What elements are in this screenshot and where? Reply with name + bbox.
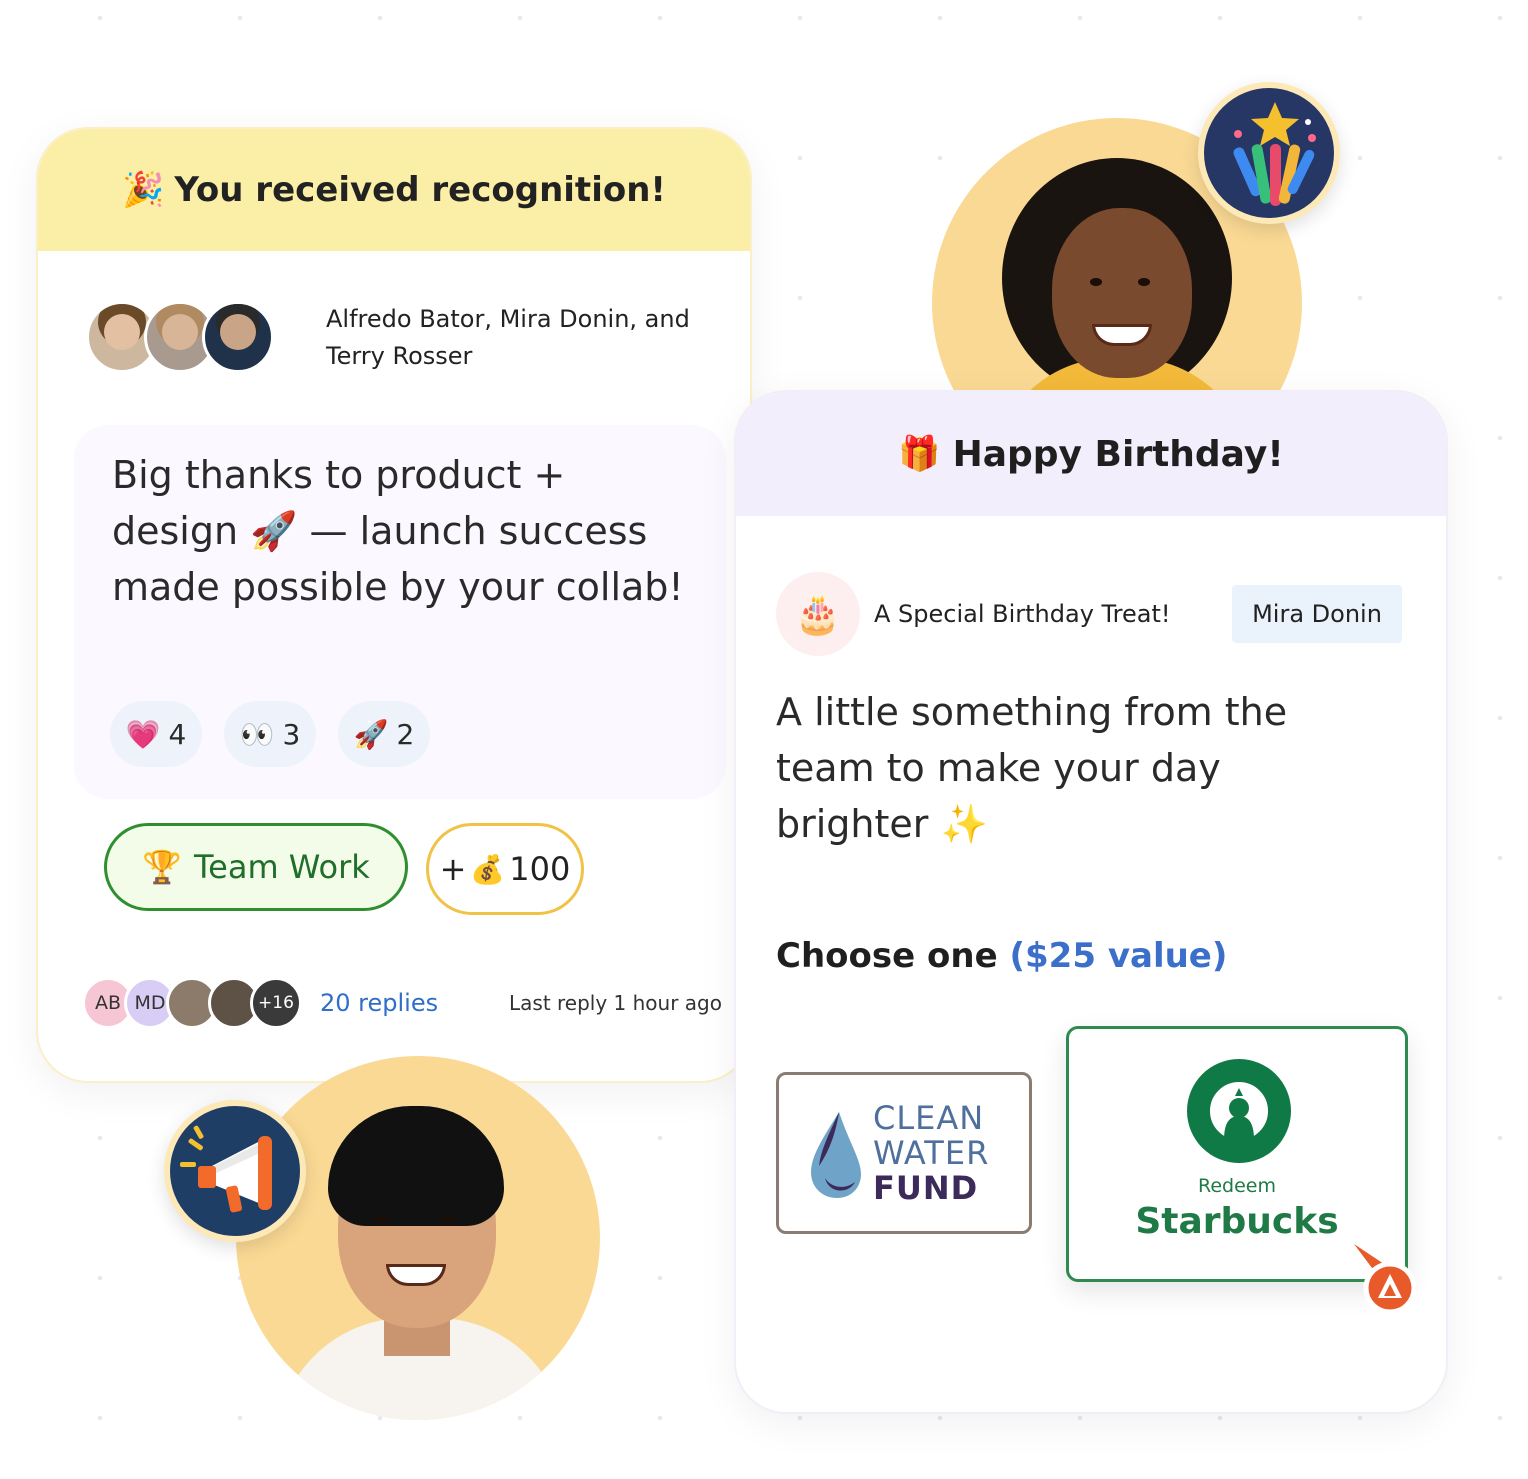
starbucks-logo-icon: [1187, 1059, 1291, 1163]
choose-reward-heading: Choose one ($25 value): [776, 936, 1227, 976]
water-drop-icon: [805, 1108, 865, 1198]
water-word: WATER: [873, 1133, 990, 1172]
points-prefix: +: [439, 850, 467, 888]
clean-word: CLEAN: [873, 1098, 985, 1137]
treat-row: 🎂 A Special Birthday Treat! Mira Donin: [776, 572, 1402, 656]
clean-water-fund-option[interactable]: CLEAN WATER FUND: [776, 1072, 1032, 1234]
last-reply-time: Last reply 1 hour ago: [509, 991, 722, 1015]
replies-link[interactable]: 20 replies: [320, 989, 438, 1017]
money-bag-icon: 💰: [470, 852, 506, 886]
recognition-card: 🎉 You received recognition! Alfredo Bato…: [36, 127, 752, 1083]
recognition-message-box: Big thanks to product + design 🚀 — launc…: [74, 425, 726, 799]
eyes-icon: 👀: [239, 717, 275, 751]
avatar-overflow-count: +16: [250, 977, 302, 1029]
heart-icon: 💗: [125, 717, 161, 751]
team-work-label: Team Work: [194, 848, 370, 886]
fund-word: FUND: [873, 1168, 979, 1207]
choose-value: ($25 value): [1009, 936, 1228, 976]
reactions: 💗 4 👀 3 🚀 2: [110, 701, 430, 767]
recognition-message: Big thanks to product + design 🚀 — launc…: [112, 453, 684, 609]
award-badges: 🏆 Team Work + 💰 100: [104, 823, 584, 915]
trophy-icon: 🏆: [142, 848, 183, 886]
givers-names: Alfredo Bator, Mira Donin, and Terry Ros…: [326, 305, 690, 370]
redeem-label: Redeem: [1198, 1175, 1276, 1197]
reaction-count: 4: [168, 717, 187, 751]
giver-avatars[interactable]: [86, 301, 274, 373]
rocket-icon: 🚀: [353, 717, 389, 751]
sender-chip[interactable]: Mira Donin: [1232, 585, 1402, 643]
reaction-heart[interactable]: 💗 4: [110, 701, 202, 767]
points-badge[interactable]: + 💰 100: [426, 823, 584, 915]
choose-label: Choose one: [776, 936, 998, 976]
megaphone-icon: [164, 1100, 306, 1242]
party-popper-icon: 🎉: [122, 170, 165, 210]
avatar: [202, 301, 274, 373]
birthday-message: A little something from the team to make…: [776, 690, 1288, 846]
birthday-title: Happy Birthday!: [952, 433, 1284, 475]
pointer-cursor-icon: [1354, 1244, 1417, 1315]
treat-label: A Special Birthday Treat!: [874, 600, 1171, 628]
replies-row: AB MD +16 20 replies Last reply 1 hour a…: [82, 977, 722, 1029]
givers-row: Alfredo Bator, Mira Donin, and Terry Ros…: [86, 301, 690, 373]
team-work-badge[interactable]: 🏆 Team Work: [104, 823, 408, 911]
cake-icon: 🎂: [776, 572, 860, 656]
reaction-rocket[interactable]: 🚀 2: [338, 701, 430, 767]
recognition-header: 🎉 You received recognition!: [38, 129, 750, 251]
fireworks-icon: [1198, 82, 1340, 224]
reaction-count: 2: [396, 717, 415, 751]
reply-avatars[interactable]: AB MD +16: [82, 977, 302, 1029]
points-amount: 100: [509, 850, 571, 888]
reaction-count: 3: [282, 717, 301, 751]
reaction-eyes[interactable]: 👀 3: [224, 701, 316, 767]
recognition-title: You received recognition!: [174, 170, 666, 210]
clean-water-fund-wordmark: CLEAN WATER FUND: [873, 1098, 990, 1207]
birthday-card: 🎁 Happy Birthday! 🎂 A Special Birthday T…: [734, 390, 1448, 1414]
starbucks-label: Starbucks: [1135, 1201, 1339, 1242]
gift-icon: 🎁: [898, 434, 941, 474]
birthday-header: 🎁 Happy Birthday!: [736, 392, 1446, 516]
